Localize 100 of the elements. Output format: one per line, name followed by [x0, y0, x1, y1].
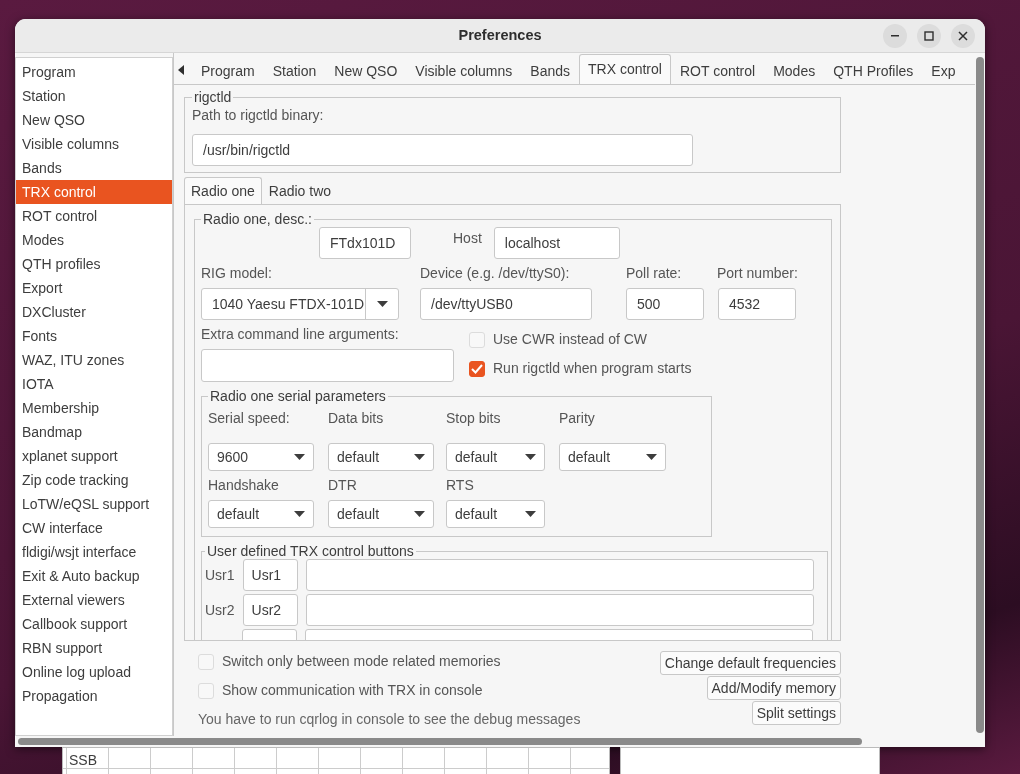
- dropdown[interactable]: default: [446, 443, 545, 471]
- caret-icon: [414, 511, 425, 517]
- dropdown[interactable]: default: [559, 443, 666, 471]
- tab[interactable]: Radio one: [184, 177, 262, 204]
- field-label: Data bits: [328, 409, 385, 428]
- sidebar-item[interactable]: QTH profiles: [16, 252, 172, 276]
- description-field[interactable]: FTdx101D: [319, 227, 411, 259]
- tab[interactable]: Modes: [764, 56, 825, 84]
- tab[interactable]: Station: [263, 56, 326, 84]
- field-label: Parity: [559, 409, 596, 428]
- dropdown[interactable]: default: [328, 443, 434, 471]
- group-title: Radio one serial parameters: [209, 388, 387, 404]
- button[interactable]: Add/Modify memory: [706, 676, 841, 700]
- window-title: Preferences: [458, 25, 542, 45]
- sidebar-item[interactable]: ROT control: [16, 204, 172, 228]
- sidebar-item[interactable]: Propagation: [16, 684, 172, 708]
- caret-icon: [376, 301, 388, 307]
- minimize-button[interactable]: [883, 24, 907, 48]
- tab[interactable]: Exp: [922, 56, 965, 84]
- sidebar-item[interactable]: New QSO: [16, 108, 172, 132]
- field-label: Stop bits: [446, 409, 502, 428]
- dropdown[interactable]: default: [208, 500, 314, 528]
- field-label: Usr1: [205, 565, 235, 585]
- checkbox-label: Use CWR instead of CW: [493, 330, 648, 349]
- sidebar-item[interactable]: Visible columns: [16, 132, 172, 156]
- sidebar-item[interactable]: IOTA: [16, 372, 172, 396]
- checkbox-label: Show communication with TRX in console: [222, 681, 483, 700]
- button[interactable]: Split settings: [751, 701, 841, 725]
- tab[interactable]: Program: [192, 56, 264, 84]
- sidebar-item[interactable]: LoTW/eQSL support: [16, 492, 172, 516]
- caret-icon: [525, 511, 536, 517]
- sidebar-item[interactable]: Zip code tracking: [16, 468, 172, 492]
- caret-icon: [294, 511, 305, 517]
- tab[interactable]: QTH Profiles: [824, 56, 923, 84]
- caret-icon: [525, 454, 536, 460]
- checkbox[interactable]: [469, 360, 485, 377]
- sidebar-item[interactable]: Bands: [16, 156, 172, 180]
- maximize-button[interactable]: [917, 24, 941, 48]
- tab[interactable]: New QSO: [325, 56, 407, 84]
- sidebar-item[interactable]: Bandmap: [16, 420, 172, 444]
- arguments-field[interactable]: [201, 349, 454, 382]
- sidebar-item[interactable]: fldigi/wsjt interface: [16, 540, 172, 564]
- button-name-field[interactable]: Usr2: [242, 594, 298, 626]
- sidebar-item[interactable]: Exit & Auto backup: [16, 564, 172, 588]
- tab[interactable]: TRX control: [579, 54, 671, 84]
- sidebar-item[interactable]: Station: [16, 84, 172, 108]
- field-label: Path to rigctld binary:: [192, 106, 325, 125]
- field-label: RTS: [446, 476, 475, 495]
- command-field[interactable]: [305, 594, 814, 626]
- dropdown[interactable]: default: [328, 500, 434, 528]
- field-label: RIG model:: [201, 264, 273, 283]
- dropdown[interactable]: 9600: [208, 443, 314, 471]
- sidebar-item[interactable]: Membership: [16, 396, 172, 420]
- sidebar-item[interactable]: WAZ, ITU zones: [16, 348, 172, 372]
- sidebar-item[interactable]: Online log upload: [16, 660, 172, 684]
- command-field[interactable]: [305, 559, 814, 591]
- tab[interactable]: Visible columns: [406, 56, 522, 84]
- tab[interactable]: ROT control: [670, 56, 765, 84]
- row-label: SSB: [69, 752, 97, 768]
- checkbox-label: Switch only between mode related memories: [222, 652, 501, 671]
- scrollbar-thumb[interactable]: [976, 57, 984, 733]
- maximize-icon: [924, 31, 934, 41]
- port-field[interactable]: 4532: [718, 288, 796, 320]
- sidebar-item[interactable]: CW interface: [16, 516, 172, 540]
- sidebar-item[interactable]: Export: [16, 276, 172, 300]
- sidebar-item[interactable]: Program: [16, 60, 172, 84]
- host-field[interactable]: localhost: [493, 227, 620, 259]
- dropdown[interactable]: default: [446, 500, 545, 528]
- tab[interactable]: Radio two: [261, 177, 339, 204]
- field-label: Port number:: [717, 264, 796, 283]
- tab[interactable]: Bands: [521, 56, 579, 84]
- poll-rate-field[interactable]: 500: [626, 288, 704, 320]
- path-field[interactable]: /usr/bin/rigctld: [192, 134, 693, 166]
- button-name-field[interactable]: Usr1: [242, 559, 298, 591]
- rig-model-dropdown[interactable]: 1040 Yaesu FTDX-101D: [201, 288, 399, 320]
- sidebar-item[interactable]: Callbook support: [16, 612, 172, 636]
- caret-icon: [294, 454, 305, 460]
- checkbox-label: Run rigctld when program starts: [493, 359, 692, 378]
- field-label: Poll rate:: [626, 264, 683, 283]
- sidebar-item[interactable]: Fonts: [16, 324, 172, 348]
- sidebar-item[interactable]: RBN support: [16, 636, 172, 660]
- caret-icon: [646, 454, 657, 460]
- sidebar-item[interactable]: DXCluster: [16, 300, 172, 324]
- sidebar-item[interactable]: Modes: [16, 228, 172, 252]
- field-label: Handshake: [208, 476, 280, 495]
- device-field[interactable]: /dev/ttyUSB0: [420, 288, 592, 320]
- field-label: Device (e.g. /dev/ttyS0):: [420, 264, 571, 283]
- group-title: rigctld: [193, 89, 233, 105]
- sidebar-item[interactable]: TRX control: [16, 180, 172, 204]
- field-label: Host: [453, 228, 482, 248]
- hint-text: You have to run cqrlog in console to see the debug messages: [198, 710, 581, 729]
- caret-icon: [414, 454, 425, 460]
- field-label: Serial speed:: [208, 409, 291, 428]
- button[interactable]: Change default frequencies: [659, 651, 841, 675]
- scrollbar-thumb[interactable]: [18, 738, 862, 745]
- scroll-left-icon: [178, 65, 184, 75]
- sidebar-item[interactable]: xplanet support: [16, 444, 172, 468]
- field-label: Usr2: [205, 600, 235, 620]
- close-button[interactable]: [951, 24, 975, 48]
- sidebar-item[interactable]: External viewers: [16, 588, 172, 612]
